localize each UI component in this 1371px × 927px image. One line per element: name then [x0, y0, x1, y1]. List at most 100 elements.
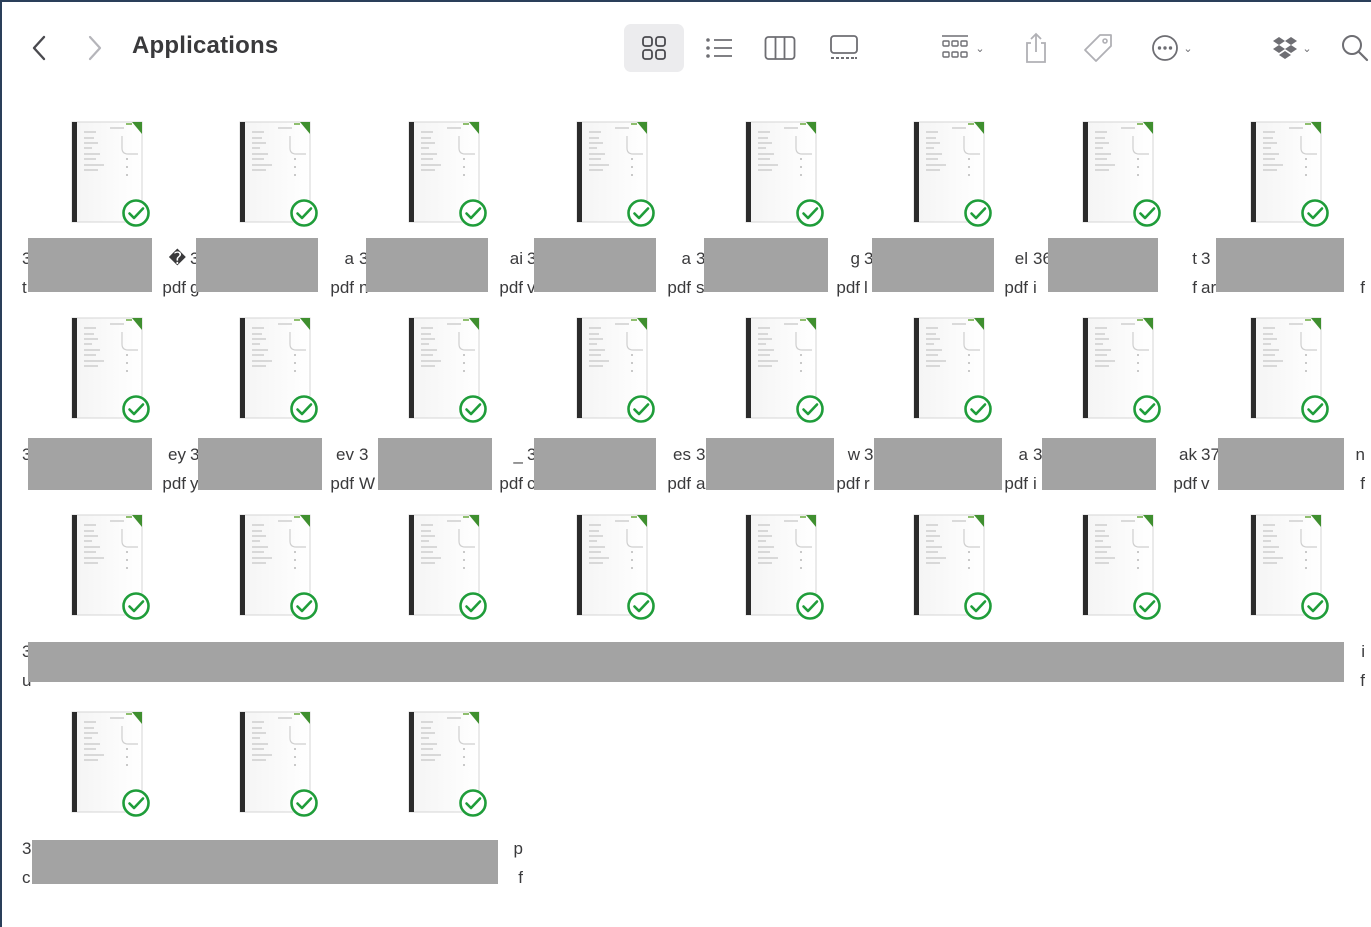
file-name-fragment: r [864, 474, 870, 493]
pdf-file-icon [896, 314, 996, 426]
pdf-file-icon [391, 118, 491, 230]
file-name-fragment: es [673, 445, 691, 464]
file-name-fragment: pdf [162, 278, 186, 297]
pdf-document-icon [71, 317, 150, 423]
pdf-file-icon [391, 511, 491, 623]
redaction-block [28, 438, 152, 490]
file-name-fragment: i [1361, 642, 1365, 661]
pdf-document-icon [408, 711, 487, 817]
pdf-document-icon [576, 514, 655, 620]
pdf-file-icon [54, 118, 154, 230]
pdf-file-icon [559, 314, 659, 426]
pdf-document-icon [745, 514, 824, 620]
file-name-fragment: t [1192, 249, 1197, 268]
file-name-fragment: pdf [1173, 474, 1197, 493]
redaction-block [706, 438, 834, 490]
pdf-document-icon [71, 121, 150, 227]
file-name-fragment: pdf [667, 278, 691, 297]
file-name-fragment: i [1033, 278, 1037, 297]
file-name-fragment: pdf [499, 278, 523, 297]
file-name-fragment: f [1360, 474, 1365, 493]
redaction-block [872, 238, 994, 292]
file-name-fragment: 3 [22, 839, 32, 858]
pdf-file-icon [728, 511, 828, 623]
pdf-document-icon [1250, 121, 1329, 227]
file-name-fragment: c [22, 868, 31, 887]
pdf-document-icon [1082, 121, 1161, 227]
file-name-fragment: i [1033, 474, 1037, 493]
file-name-fragment: pdf [330, 474, 354, 493]
pdf-file-icon [54, 511, 154, 623]
redaction-block [1218, 438, 1344, 490]
pdf-file-icon [559, 511, 659, 623]
redaction-block [32, 840, 498, 884]
pdf-file-icon [222, 314, 322, 426]
pdf-document-icon [71, 711, 150, 817]
pdf-file-icon [1065, 314, 1165, 426]
file-name-fragment: � [168, 249, 186, 268]
file-name-fragment: pdf [499, 474, 523, 493]
pdf-document-icon [239, 711, 318, 817]
file-name-fragment: n [1355, 445, 1365, 464]
pdf-file-icon [559, 118, 659, 230]
file-name-fragment: f [1360, 278, 1365, 297]
pdf-document-icon [913, 317, 992, 423]
pdf-file-icon [54, 708, 154, 820]
file-name-fragment: ai [509, 249, 523, 268]
pdf-document-icon [408, 514, 487, 620]
pdf-file-icon [1065, 511, 1165, 623]
file-name-fragment: ev [336, 445, 354, 464]
redaction-block [1042, 438, 1156, 490]
pdf-file-icon [54, 314, 154, 426]
pdf-document-icon [913, 514, 992, 620]
pdf-document-icon [239, 317, 318, 423]
file-name-fragment: ar [1201, 278, 1217, 297]
file-name-fragment: pdf [836, 278, 860, 297]
file-name-fragment: p [513, 839, 523, 858]
redaction-block [378, 438, 492, 490]
file-name-fragment: _ [513, 445, 523, 464]
file-name-fragment: f [1192, 278, 1197, 297]
file-name-fragment: t [22, 278, 27, 297]
file-name-fragment: l [864, 278, 868, 297]
pdf-file-icon [1065, 118, 1165, 230]
redaction-block [874, 438, 1002, 490]
file-name-fragment: pdf [1004, 278, 1028, 297]
pdf-file-icon [896, 511, 996, 623]
file-name-fragment: pdf [667, 474, 691, 493]
file-name-fragment: a [1018, 445, 1028, 464]
redaction-block [534, 438, 656, 490]
file-name-fragment: f [518, 868, 523, 887]
file-name-fragment: w [847, 445, 860, 464]
pdf-document-icon [408, 121, 487, 227]
pdf-document-icon [1082, 514, 1161, 620]
file-name-fragment: a [344, 249, 354, 268]
pdf-file-icon [391, 314, 491, 426]
pdf-document-icon [239, 514, 318, 620]
pdf-document-icon [1250, 514, 1329, 620]
pdf-document-icon [408, 317, 487, 423]
pdf-document-icon [576, 121, 655, 227]
redaction-block [1048, 238, 1158, 292]
file-name-fragment: el [1014, 249, 1028, 268]
pdf-file-icon [222, 118, 322, 230]
pdf-document-icon [71, 514, 150, 620]
file-name-fragment: 3 [1201, 249, 1211, 268]
redaction-block [366, 238, 488, 292]
pdf-file-icon [728, 118, 828, 230]
pdf-file-icon [222, 708, 322, 820]
file-name-fragment: a [696, 474, 706, 493]
file-name-fragment: a [681, 249, 691, 268]
file-name-fragment: f [1360, 671, 1365, 690]
pdf-document-icon [745, 121, 824, 227]
redaction-block [198, 438, 322, 490]
redaction-block [1216, 238, 1344, 292]
file-name-fragment: ak [1179, 445, 1197, 464]
file-name-fragment: pdf [330, 278, 354, 297]
file-name-fragment: pdf [836, 474, 860, 493]
pdf-file-icon [222, 511, 322, 623]
file-name-fragment: 3 [864, 445, 874, 464]
redaction-block [28, 642, 1344, 682]
pdf-file-icon [896, 118, 996, 230]
file-name-fragment: pdf [162, 474, 186, 493]
